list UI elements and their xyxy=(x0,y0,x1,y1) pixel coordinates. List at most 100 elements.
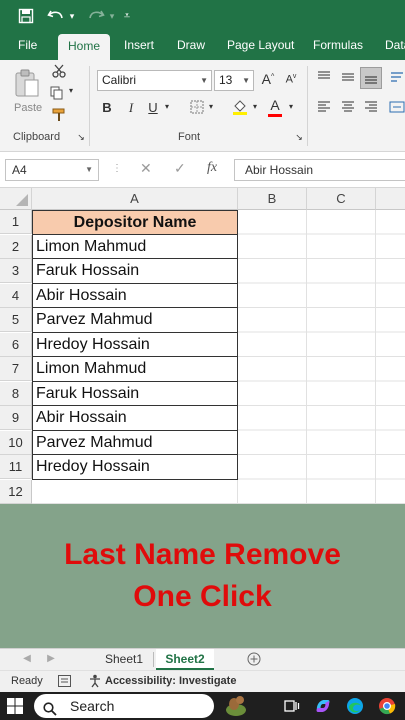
align-bottom-icon[interactable] xyxy=(360,67,382,89)
tab-data[interactable]: Data xyxy=(385,32,405,60)
scroll-right-icon[interactable]: ▶ xyxy=(44,649,58,670)
font-size-select[interactable]: 13 ▼ xyxy=(214,70,254,91)
font-color-dropdown-icon[interactable]: ▾ xyxy=(286,102,296,111)
redo-dropdown-icon[interactable]: ▾ xyxy=(106,4,118,28)
borders-dropdown-icon[interactable]: ▾ xyxy=(206,102,216,111)
row-header[interactable]: 12 xyxy=(0,479,32,504)
enter-icon[interactable]: ✓ xyxy=(174,160,186,177)
table-row[interactable]: Hredoy Hossain xyxy=(32,455,238,480)
table-row[interactable]: Abir Hossain xyxy=(32,406,238,431)
fill-color-dropdown-icon[interactable]: ▾ xyxy=(250,102,260,111)
scroll-left-icon[interactable]: ◀ xyxy=(20,649,34,670)
undo-icon[interactable] xyxy=(44,4,68,28)
chrome-icon[interactable] xyxy=(378,697,396,720)
shrink-font-button[interactable]: Av xyxy=(283,73,299,86)
row-header[interactable]: 6 xyxy=(0,332,32,357)
empty-cells-d[interactable] xyxy=(376,210,405,504)
tab-home[interactable]: Home xyxy=(58,34,111,60)
save-icon[interactable] xyxy=(14,4,38,28)
insert-function-button[interactable]: fx xyxy=(207,160,217,176)
row-header[interactable]: 7 xyxy=(0,357,32,381)
tab-divider xyxy=(153,652,154,667)
add-sheet-button[interactable] xyxy=(244,649,264,670)
redo-icon[interactable] xyxy=(84,4,108,28)
font-name-select[interactable]: Calibri ▼ xyxy=(97,70,212,91)
align-center-icon[interactable] xyxy=(338,100,358,117)
font-color-button[interactable]: A xyxy=(266,97,284,119)
formula-input[interactable]: Abir Hossain xyxy=(234,159,405,181)
table-row[interactable]: Faruk Hossain xyxy=(32,381,238,406)
bold-button[interactable]: B xyxy=(100,100,114,115)
copilot-icon[interactable] xyxy=(314,697,332,720)
edge-icon[interactable] xyxy=(346,697,364,720)
borders-icon[interactable] xyxy=(188,100,206,117)
row-header[interactable]: 2 xyxy=(0,234,32,259)
row-header[interactable]: 5 xyxy=(0,308,32,332)
accessibility-icon[interactable] xyxy=(88,674,102,691)
tab-page-layout[interactable]: Page Layout xyxy=(227,32,294,60)
ribbon: Paste ▾ Clipboard ↘ Calibri ▼ 13 ▼ A^ Av… xyxy=(0,60,405,152)
wrap-text-icon[interactable] xyxy=(388,70,405,87)
task-view-icon[interactable] xyxy=(284,698,300,719)
format-painter-icon[interactable] xyxy=(50,108,68,125)
tab-insert[interactable]: Insert xyxy=(124,32,154,60)
grow-font-button[interactable]: A^ xyxy=(260,71,276,87)
sheet-tab-sheet1[interactable]: Sheet1 xyxy=(96,649,152,670)
table-row[interactable]: Hredoy Hossain xyxy=(32,332,238,357)
row-header[interactable]: 8 xyxy=(0,381,32,406)
table-header-cell[interactable]: Depositor Name xyxy=(32,210,238,235)
table-row[interactable]: Faruk Hossain xyxy=(32,259,238,284)
align-left-icon[interactable] xyxy=(314,100,334,117)
windows-start-icon[interactable] xyxy=(7,698,23,719)
row-header[interactable]: 10 xyxy=(0,430,32,455)
row-header[interactable]: 1 xyxy=(0,210,32,234)
paste-button[interactable]: Paste xyxy=(10,64,46,120)
customize-icon[interactable]: ⩡ xyxy=(120,4,134,28)
undo-dropdown-icon[interactable]: ▾ xyxy=(66,4,78,28)
column-header-c[interactable]: C xyxy=(307,188,376,210)
copy-icon[interactable] xyxy=(48,86,66,103)
merge-center-icon[interactable] xyxy=(388,100,405,117)
column-header-d[interactable] xyxy=(376,188,405,210)
row-header[interactable]: 9 xyxy=(0,406,32,430)
empty-cells-b[interactable] xyxy=(238,210,307,504)
banner-line-1: Last Name Remove xyxy=(64,538,341,571)
copy-dropdown-icon[interactable]: ▾ xyxy=(66,86,76,95)
align-right-icon[interactable] xyxy=(361,100,381,117)
underline-button[interactable]: U xyxy=(146,100,160,115)
column-header-b[interactable]: B xyxy=(238,188,307,210)
tab-draw[interactable]: Draw xyxy=(177,32,205,60)
row-header[interactable]: 4 xyxy=(0,283,32,308)
align-middle-icon[interactable] xyxy=(338,70,358,87)
column-header-a[interactable]: A xyxy=(32,188,238,210)
row-header[interactable]: 3 xyxy=(0,259,32,283)
grow-font-label: A xyxy=(261,71,272,87)
font-group-label: Font xyxy=(178,131,201,143)
name-box[interactable]: A4 ▼ xyxy=(5,159,99,181)
clipboard-launcher-icon[interactable]: ↘ xyxy=(76,132,86,143)
italic-button[interactable]: I xyxy=(124,100,138,116)
taskbar-search-box[interactable]: Search xyxy=(34,694,246,718)
row-header[interactable]: 11 xyxy=(0,455,32,479)
cancel-icon[interactable]: ✕ xyxy=(140,160,152,177)
cell-a12[interactable] xyxy=(32,479,238,504)
underline-dropdown-icon[interactable]: ▾ xyxy=(162,102,172,111)
font-launcher-icon[interactable]: ↘ xyxy=(294,132,304,143)
tab-file[interactable]: File xyxy=(18,32,37,60)
table-row[interactable]: Limon Mahmud xyxy=(32,357,238,382)
accessibility-status[interactable]: Accessibility: Investigate xyxy=(105,675,236,687)
align-top-icon[interactable] xyxy=(314,70,334,87)
macro-record-icon[interactable] xyxy=(58,675,71,690)
table-row[interactable]: Limon Mahmud xyxy=(32,234,238,259)
sheet-tab-sheet2[interactable]: Sheet2 xyxy=(156,649,214,670)
fill-color-icon[interactable] xyxy=(230,98,250,119)
tab-formulas[interactable]: Formulas xyxy=(313,32,363,60)
table-row[interactable]: Parvez Mahmud xyxy=(32,430,238,455)
empty-cells-c[interactable] xyxy=(307,210,376,504)
select-all-corner[interactable] xyxy=(0,188,32,210)
worksheet-grid[interactable]: A B C 1 2 3 4 5 6 7 8 9 10 11 12 Deposit… xyxy=(0,188,405,504)
table-row[interactable]: Abir Hossain xyxy=(32,283,238,308)
cut-icon[interactable] xyxy=(50,64,68,81)
more-options-icon[interactable]: ⋮ xyxy=(112,163,122,174)
table-row[interactable]: Parvez Mahmud xyxy=(32,308,238,333)
